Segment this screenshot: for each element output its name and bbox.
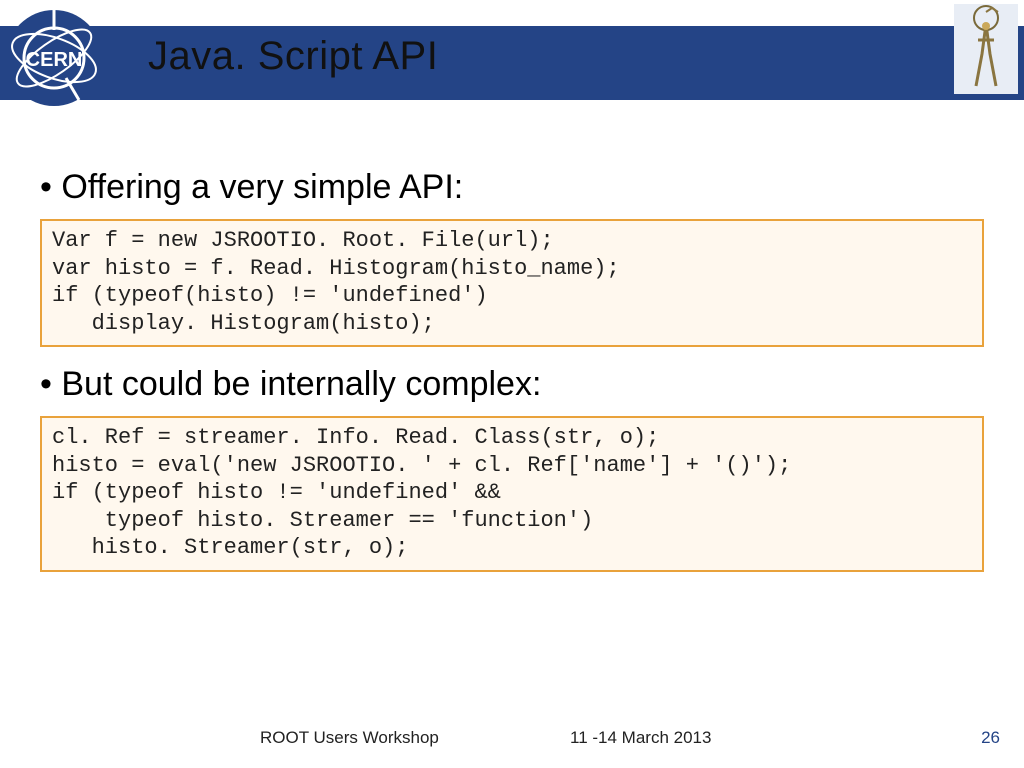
slide-footer: ROOT Users Workshop 11 -14 March 2013 26	[0, 728, 1024, 752]
footer-date: 11 -14 March 2013	[570, 728, 711, 748]
slide-header: CERN Java. Script API	[0, 0, 1024, 100]
bullet-complex: But could be internally complex:	[40, 365, 984, 404]
svg-text:CERN: CERN	[26, 49, 83, 71]
footer-venue: ROOT Users Workshop	[260, 728, 439, 748]
bullet-simple-api: Offering a very simple API:	[40, 168, 984, 207]
page-number: 26	[981, 728, 1000, 748]
figure-statue-icon	[954, 4, 1018, 94]
code-block-complex: cl. Ref = streamer. Info. Read. Class(st…	[40, 416, 984, 572]
slide-title: Java. Script API	[148, 34, 438, 79]
slide-content: Offering a very simple API: Var f = new …	[40, 150, 984, 588]
code-block-simple: Var f = new JSROOTIO. Root. File(url); v…	[40, 219, 984, 347]
cern-logo-icon: CERN	[4, 8, 104, 108]
